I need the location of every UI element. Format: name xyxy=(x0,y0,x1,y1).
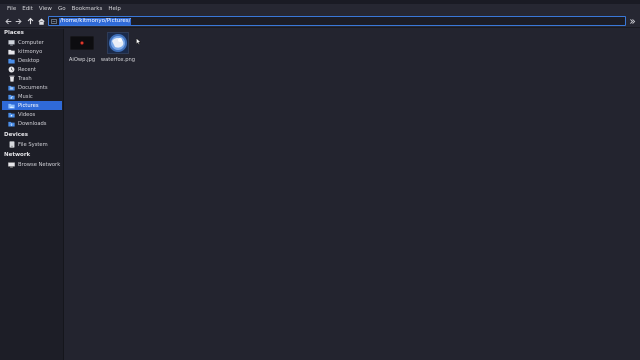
edit-path-icon[interactable] xyxy=(51,18,57,24)
sidebar-item-file-system[interactable]: File System xyxy=(2,140,62,149)
toggle-path-mode-button[interactable] xyxy=(628,15,637,27)
chevrons-icon xyxy=(630,18,636,24)
sidebar-item-label: Recent xyxy=(18,66,36,73)
menu-edit[interactable]: Edit xyxy=(19,6,36,12)
home-folder-icon xyxy=(8,49,15,55)
home-button[interactable] xyxy=(36,15,46,27)
menu-view[interactable]: View xyxy=(36,6,55,12)
location-path-text[interactable]: /home/kitmonyo/Pictures/ xyxy=(59,18,132,25)
file-name: AiOwp.jpg xyxy=(68,57,96,63)
places-heading: Places xyxy=(4,30,24,36)
sidebar-item-label: Desktop xyxy=(18,57,40,64)
sidebar-item-label: Videos xyxy=(18,111,36,118)
documents-folder-icon xyxy=(8,85,15,91)
sidebar-item-trash[interactable]: Trash xyxy=(2,74,62,83)
file-view: AiOwp.jpg waterfox.png xyxy=(65,29,640,360)
sidebar-item-label: File System xyxy=(18,141,48,148)
toolbar: /home/kitmonyo/Pictures/ xyxy=(0,14,640,28)
sidebar-item-music[interactable]: Music xyxy=(2,92,62,101)
sidebar-item-videos[interactable]: Videos xyxy=(2,110,62,119)
up-button[interactable] xyxy=(25,15,35,27)
sidebar-item-label: Pictures xyxy=(18,102,39,109)
computer-icon xyxy=(8,39,15,46)
network-icon xyxy=(8,161,15,168)
home-icon xyxy=(37,17,45,25)
sidebar-item-computer[interactable]: Computer xyxy=(2,38,62,47)
sidebar-item-kitmonyo[interactable]: kitmonyo xyxy=(2,47,62,56)
menu-go[interactable]: Go xyxy=(55,6,69,12)
back-arrow-icon xyxy=(4,18,11,24)
desktop-icon xyxy=(8,58,15,64)
sidebar-item-label: Computer xyxy=(18,39,44,46)
sidebar-item-label: kitmonyo xyxy=(18,48,43,55)
menubar: File Edit View Go Bookmarks Help xyxy=(0,4,640,14)
sidebar-item-label: Documents xyxy=(18,84,48,91)
sidebar-item-recent[interactable]: Recent xyxy=(2,65,62,74)
location-bar[interactable]: /home/kitmonyo/Pictures/ xyxy=(48,16,626,26)
sidebar-item-desktop[interactable]: Desktop xyxy=(2,56,62,65)
music-folder-icon xyxy=(8,94,15,100)
sidebar-item-label: Music xyxy=(18,93,33,100)
file-item[interactable]: waterfox.png xyxy=(98,32,138,63)
menu-help[interactable]: Help xyxy=(105,6,124,12)
pictures-folder-icon xyxy=(8,103,15,109)
devices-heading: Devices xyxy=(4,132,29,138)
forward-button[interactable] xyxy=(13,15,23,27)
sidebar-item-pictures[interactable]: Pictures xyxy=(2,101,62,110)
menu-bookmarks[interactable]: Bookmarks xyxy=(69,6,106,12)
drive-icon xyxy=(8,141,15,148)
network-heading: Network xyxy=(4,152,31,158)
back-button[interactable] xyxy=(3,15,13,27)
sidebar-item-downloads[interactable]: Downloads xyxy=(2,119,62,128)
sidebar-item-label: Downloads xyxy=(18,120,47,127)
sidebar: Places Computer kitmonyo Desktop Recent … xyxy=(0,29,64,360)
sidebar-item-label: Trash xyxy=(18,75,32,82)
sidebar-item-label: Browse Network xyxy=(18,161,61,168)
up-arrow-icon xyxy=(27,17,33,25)
sidebar-item-documents[interactable]: Documents xyxy=(2,83,62,92)
recent-icon xyxy=(8,66,15,73)
file-name: waterfox.png xyxy=(100,57,136,63)
image-thumbnail-icon xyxy=(70,32,94,54)
sidebar-item-browse-network[interactable]: Browse Network xyxy=(2,160,62,169)
mouse-cursor-icon xyxy=(136,38,141,45)
downloads-folder-icon xyxy=(8,121,15,127)
waterfox-thumbnail-icon xyxy=(106,32,130,54)
menu-file[interactable]: File xyxy=(4,6,19,12)
forward-arrow-icon xyxy=(15,18,22,24)
trash-icon xyxy=(8,75,15,82)
file-item[interactable]: AiOwp.jpg xyxy=(62,32,102,63)
videos-folder-icon xyxy=(8,112,15,118)
